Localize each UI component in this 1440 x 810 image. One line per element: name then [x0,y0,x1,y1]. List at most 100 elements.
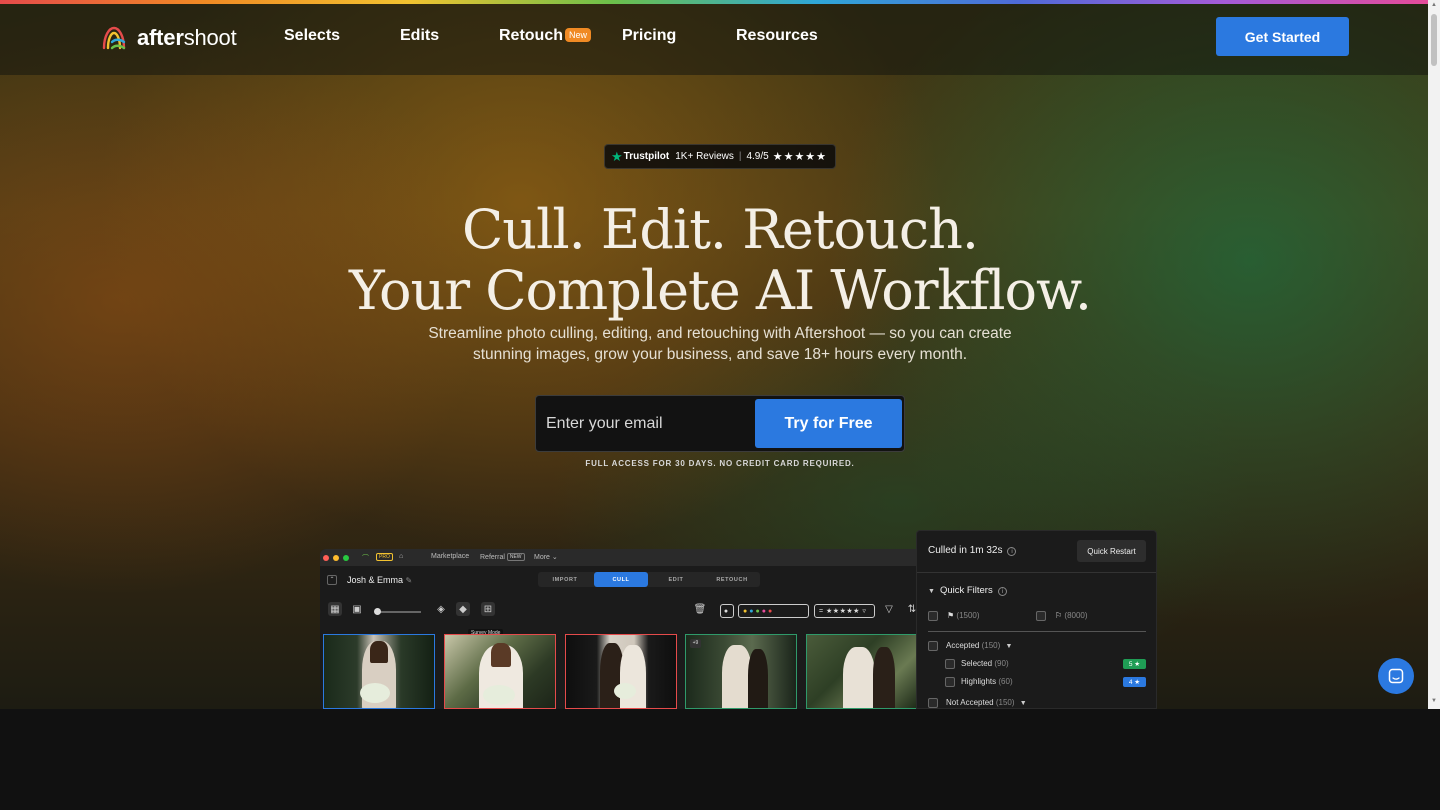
trash-icon: 🗑 [693,603,707,615]
star-rating-filter: = ★★★★★ ▿ [814,604,875,618]
thumb-figure [843,647,875,708]
page-scrollbar[interactable]: ▲ ▼ [1428,0,1440,709]
flagged-filter: ⚑ (1500) [947,611,980,620]
thumb-hair [370,641,388,663]
review-count: 1K+ Reviews [675,151,734,162]
thumb-bouquet [483,685,515,705]
trust-separator: | [738,151,742,162]
project-title: Josh & Emma [347,575,404,585]
trustpilot-star-icon: ★ [611,148,623,164]
chat-launcher-button[interactable] [1378,658,1414,694]
nav-link-retouch[interactable]: Retouch New [499,27,592,45]
filter-icon: ▽ [885,603,893,615]
accepted-count: (150) [981,641,1001,650]
survey-mode-icon: ⊞ [481,602,495,616]
unflagged-filter: ⚐ (8000) [1055,611,1088,620]
nav-link-pricing[interactable]: Pricing [622,27,676,45]
photo-thumbnail [565,634,677,709]
scroll-up-arrow-icon[interactable]: ▲ [1430,2,1438,8]
trial-fine-print: FULL ACCESS FOR 30 DAYS. NO CREDIT CARD … [585,459,855,468]
tab-retouch: RETOUCH [716,576,748,583]
unflag-filter-checkbox [1036,611,1046,621]
highlights-label: Highlights [961,677,997,686]
nav-link-edits[interactable]: Edits [400,27,439,45]
nav-link-selects[interactable]: Selects [284,27,340,45]
trustpilot-badge[interactable]: ★ Trustpilot 1K+ Reviews | 4.9/5 ★★★★★ [604,144,836,169]
accepted-checkbox [928,641,938,651]
quick-filters-header: ▼ Quick Filters i [928,585,1007,596]
email-signup-form: Try for Free [535,395,905,452]
accepted-label: Accepted [946,641,980,650]
email-input[interactable] [546,406,746,442]
app-screenshot: ⌒ PRO ⌂ Marketplace Referral NEW More ⌄ … [320,549,920,709]
menu-more: More ⌄ [534,554,558,561]
logo-word-rest: shoot [183,25,237,50]
rating-stars-icon: ★★★★★ [772,151,828,163]
not-accepted-filter: Not Accepted (150) ▼ [946,698,1027,707]
try-for-free-button[interactable]: Try for Free [755,399,902,448]
selected-label: Selected [961,659,993,668]
chevron-down-icon: ▼ [928,588,935,595]
referral-new-badge: NEW [506,553,525,561]
chat-icon [1388,668,1404,684]
menu-referral: Referral NEW [480,553,525,561]
thumb-bouquet [614,683,636,699]
not-accepted-label: Not Accepted [946,698,994,707]
loupe-view-icon: ▣ [352,603,362,615]
app-logo-icon: ⌒ [362,555,369,562]
photo-thumbnail [444,634,556,709]
scrollbar-thumb[interactable] [1431,14,1437,66]
tab-import: IMPORT [552,576,578,583]
nav-link-resources[interactable]: Resources [736,27,818,45]
hero-headline-line1: Cull. Edit. Retouch. [461,198,979,261]
menu-referral-label: Referral [480,554,505,561]
chevron-down-icon: ▼ [1005,643,1013,650]
trustpilot-brand: Trustpilot [623,151,670,162]
new-badge: New [565,28,592,42]
selected-star-pill: 5 ★ [1123,659,1146,669]
zoom-slider-track [376,611,421,613]
thumb-figure-2 [620,645,646,708]
scroll-down-arrow-icon[interactable]: ▼ [1430,698,1438,704]
selected-count: (90) [994,659,1009,668]
tab-cull: CULL [594,572,648,587]
edit-pencil-icon: ✎ [405,576,413,585]
pro-badge-label: PRO [376,553,393,561]
culled-time-label: Culled in 1m 32s [928,545,1003,556]
highlights-star-pill: 4 ★ [1123,677,1146,687]
nav-link-retouch-label: Retouch [499,27,563,44]
zoom-slider-knob [374,608,381,615]
info-icon: i [997,587,1007,596]
color-label-filter: ● ● ● ● ● [738,604,809,618]
thumb-figure-2 [748,649,768,708]
page-viewport: aftershoot Selects Edits Retouch New Pric… [0,0,1428,709]
accepted-filter: Accepted (150) ▼ [946,641,1012,650]
top-nav: aftershoot Selects Edits Retouch New Pric… [0,4,1428,75]
quick-filters-label: Quick Filters [939,585,993,596]
unflagged-count: (8000) [1064,611,1088,620]
color-filter-all: ● [720,604,734,618]
pro-badge: PRO [376,553,393,561]
quick-restart-button: Quick Restart [1077,540,1146,562]
photo-thumbnail [323,634,435,709]
logo-mark-icon [102,26,126,50]
thumb-bouquet [360,683,390,703]
stack-icon: ◆ [456,602,470,616]
menu-marketplace: Marketplace [431,553,470,560]
culled-time: Culled in 1m 32s i [928,545,1017,556]
grid-icon: ▦ [328,602,342,616]
selected-checkbox [945,659,955,669]
chevron-down-icon: ▼ [1019,700,1027,707]
logo-word-bold: after [137,25,184,50]
info-icon: i [1007,547,1017,556]
photo-thumbnail: +9 [685,634,797,709]
window-close-dot [323,555,329,561]
window-zoom-dot [343,555,349,561]
get-started-button[interactable]: Get Started [1216,17,1349,56]
thumb-count-badge: +9 [690,639,701,648]
tab-edit: EDIT [668,576,684,583]
photo-thumbnail [806,634,918,709]
aftershoot-logo[interactable]: aftershoot [100,24,237,52]
layers-icon: ◈ [437,603,445,615]
collapse-icon: ⌃ [327,575,337,585]
